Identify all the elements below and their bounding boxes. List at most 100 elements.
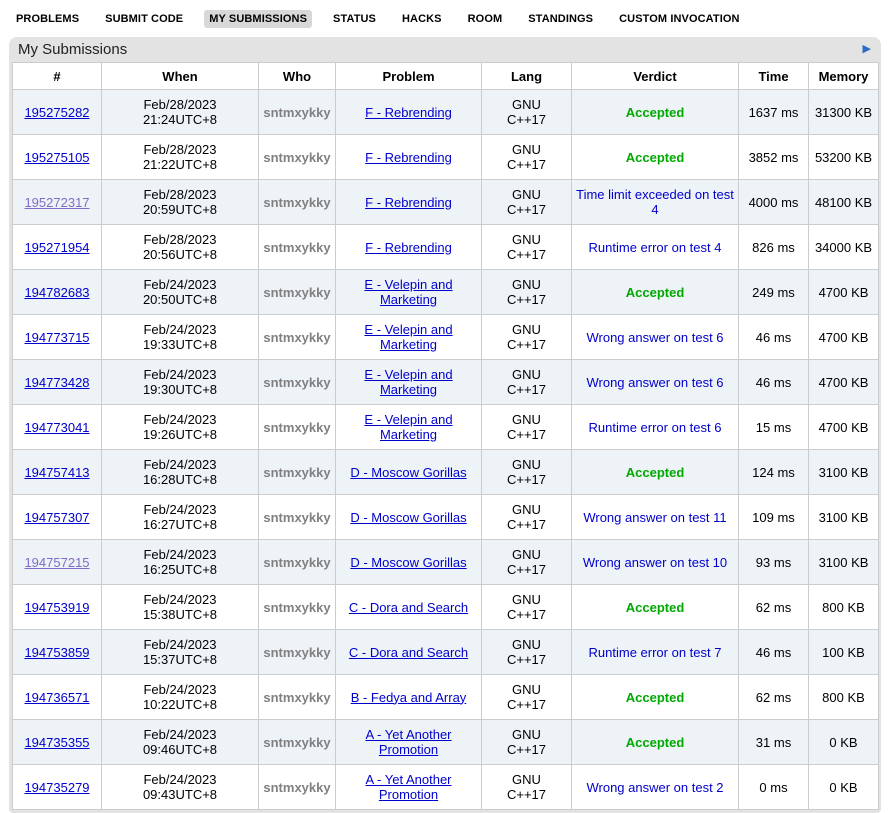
user-link[interactable]: sntmxykky <box>263 735 330 750</box>
submission-id-link[interactable]: 195275282 <box>24 105 89 120</box>
user-link[interactable]: sntmxykky <box>263 690 330 705</box>
submission-id-link[interactable]: 194735355 <box>24 735 89 750</box>
user-link[interactable]: sntmxykky <box>263 195 330 210</box>
submission-time: 19:33UTC+8 <box>106 337 254 352</box>
submission-id-link[interactable]: 194753859 <box>24 645 89 660</box>
verdict[interactable]: Wrong answer on test 6 <box>586 375 723 390</box>
submission-id-link[interactable]: 194757413 <box>24 465 89 480</box>
submission-id-link[interactable]: 194757215 <box>24 555 89 570</box>
user-link[interactable]: sntmxykky <box>263 285 330 300</box>
problem-link[interactable]: F - Rebrending <box>365 195 452 210</box>
nav-item[interactable]: ROOM <box>463 10 508 28</box>
user-link[interactable]: sntmxykky <box>263 330 330 345</box>
verdict[interactable]: Wrong answer on test 11 <box>583 510 726 525</box>
submission-id-link[interactable]: 195271954 <box>24 240 89 255</box>
submission-when-cell: Feb/28/2023 21:22UTC+8 <box>102 135 259 180</box>
problem-link[interactable]: F - Rebrending <box>365 150 452 165</box>
verdict[interactable]: Accepted <box>626 735 685 750</box>
problem-link[interactable]: D - Moscow Gorillas <box>350 555 466 570</box>
submission-problem-cell: C - Dora and Search <box>336 630 482 675</box>
memory: 34000 KB <box>809 225 879 270</box>
submission-time: 20:59UTC+8 <box>106 202 254 217</box>
user-link[interactable]: sntmxykky <box>263 780 330 795</box>
submission-id-link[interactable]: 194773428 <box>24 375 89 390</box>
verdict[interactable]: Accepted <box>626 465 685 480</box>
submission-problem-cell: E - Velepin and Marketing <box>336 315 482 360</box>
verdict[interactable]: Wrong answer on test 6 <box>586 330 723 345</box>
problem-link[interactable]: E - Velepin and Marketing <box>340 277 477 307</box>
problem-link[interactable]: A - Yet Another Promotion <box>340 727 477 757</box>
nav-item[interactable]: STATUS <box>328 10 381 28</box>
submission-when-cell: Feb/24/2023 16:25UTC+8 <box>102 540 259 585</box>
submission-date: Feb/24/2023 <box>106 637 254 652</box>
verdict[interactable]: Runtime error on test 6 <box>589 420 722 435</box>
submission-id-link[interactable]: 194757307 <box>24 510 89 525</box>
submission-when-cell: Feb/24/2023 19:26UTC+8 <box>102 405 259 450</box>
problem-link[interactable]: C - Dora and Search <box>349 600 468 615</box>
user-link[interactable]: sntmxykky <box>263 645 330 660</box>
submission-id-link[interactable]: 194773041 <box>24 420 89 435</box>
nav-item[interactable]: STANDINGS <box>523 10 598 28</box>
memory: 800 KB <box>809 675 879 720</box>
verdict[interactable]: Wrong answer on test 2 <box>586 780 723 795</box>
problem-link[interactable]: F - Rebrending <box>365 240 452 255</box>
collapse-arrow-icon[interactable]: ▶ <box>863 44 871 55</box>
verdict[interactable]: Accepted <box>626 690 685 705</box>
user-link[interactable]: sntmxykky <box>263 240 330 255</box>
problem-link[interactable]: F - Rebrending <box>365 105 452 120</box>
verdict[interactable]: Accepted <box>626 150 685 165</box>
nav-item[interactable]: CUSTOM INVOCATION <box>614 10 744 28</box>
submission-when-cell: Feb/24/2023 10:22UTC+8 <box>102 675 259 720</box>
submission-row: 194782683 Feb/24/2023 20:50UTC+8 sntmxyk… <box>13 270 879 315</box>
submission-time: 10:22UTC+8 <box>106 697 254 712</box>
user-link[interactable]: sntmxykky <box>263 555 330 570</box>
verdict[interactable]: Time limit exceeded on test 4 <box>576 187 734 217</box>
submission-clock: 19:30 <box>143 382 176 397</box>
problem-link[interactable]: D - Moscow Gorillas <box>350 465 466 480</box>
nav-item[interactable]: SUBMIT CODE <box>100 10 188 28</box>
user-link[interactable]: sntmxykky <box>263 600 330 615</box>
problem-link[interactable]: A - Yet Another Promotion <box>340 772 477 802</box>
submission-row: 194773041 Feb/24/2023 19:26UTC+8 sntmxyk… <box>13 405 879 450</box>
user-link[interactable]: sntmxykky <box>263 420 330 435</box>
verdict[interactable]: Runtime error on test 7 <box>589 645 722 660</box>
exec-time: 46 ms <box>739 630 809 675</box>
submission-date: Feb/28/2023 <box>106 187 254 202</box>
submission-when-cell: Feb/24/2023 09:43UTC+8 <box>102 765 259 810</box>
submission-lang-cell: GNU C++17 <box>482 270 572 315</box>
submission-time: 21:22UTC+8 <box>106 157 254 172</box>
submission-id-cell: 195275105 <box>13 135 102 180</box>
verdict[interactable]: Wrong answer on test 10 <box>583 555 727 570</box>
nav-item[interactable]: MY SUBMISSIONS <box>204 10 312 28</box>
user-link[interactable]: sntmxykky <box>263 510 330 525</box>
submission-id-link[interactable]: 194753919 <box>24 600 89 615</box>
user-link[interactable]: sntmxykky <box>263 465 330 480</box>
user-link[interactable]: sntmxykky <box>263 150 330 165</box>
submission-row: 194735355 Feb/24/2023 09:46UTC+8 sntmxyk… <box>13 720 879 765</box>
verdict[interactable]: Accepted <box>626 600 685 615</box>
exec-time: 15 ms <box>739 405 809 450</box>
submission-id-link[interactable]: 195275105 <box>24 150 89 165</box>
verdict[interactable]: Runtime error on test 4 <box>589 240 722 255</box>
problem-link[interactable]: E - Velepin and Marketing <box>340 322 477 352</box>
problem-link[interactable]: E - Velepin and Marketing <box>340 412 477 442</box>
problem-link[interactable]: B - Fedya and Array <box>351 690 467 705</box>
problem-link[interactable]: C - Dora and Search <box>349 645 468 660</box>
submission-id-cell: 195272317 <box>13 180 102 225</box>
nav-item[interactable]: HACKS <box>397 10 447 28</box>
submission-problem-cell: A - Yet Another Promotion <box>336 720 482 765</box>
submission-verdict-cell: Accepted <box>572 675 739 720</box>
submission-id-link[interactable]: 194773715 <box>24 330 89 345</box>
nav-item[interactable]: PROBLEMS <box>11 10 84 28</box>
problem-link[interactable]: D - Moscow Gorillas <box>350 510 466 525</box>
submission-id-link[interactable]: 194735279 <box>24 780 89 795</box>
problem-link[interactable]: E - Velepin and Marketing <box>340 367 477 397</box>
verdict[interactable]: Accepted <box>626 285 685 300</box>
user-link[interactable]: sntmxykky <box>263 375 330 390</box>
submission-id-link[interactable]: 194736571 <box>24 690 89 705</box>
submission-clock: 09:46 <box>143 742 176 757</box>
submission-id-link[interactable]: 194782683 <box>24 285 89 300</box>
verdict[interactable]: Accepted <box>626 105 685 120</box>
submission-id-link[interactable]: 195272317 <box>24 195 89 210</box>
user-link[interactable]: sntmxykky <box>263 105 330 120</box>
